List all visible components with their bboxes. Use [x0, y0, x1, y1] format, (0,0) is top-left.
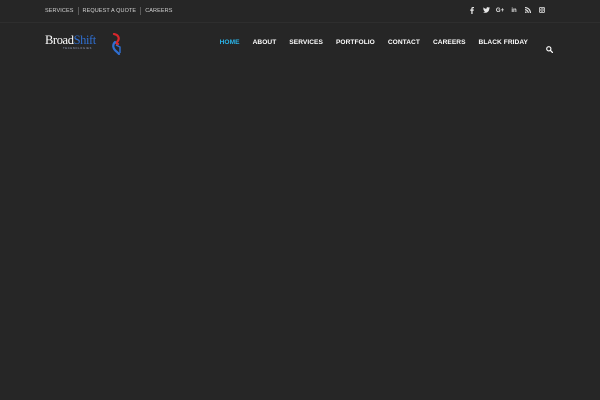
- nav-item-black-friday[interactable]: BLACK FRIDAY: [479, 39, 528, 46]
- page: SERVICES REQUEST A QUOTE CAREERS G+ in B…: [0, 0, 600, 400]
- nav-item-contact[interactable]: CONTACT: [388, 39, 420, 46]
- logo[interactable]: BroadShift TECHNOLOGIES: [45, 33, 121, 57]
- divider: [140, 7, 142, 15]
- logo-subtitle: TECHNOLOGIES: [63, 47, 93, 50]
- main-nav: HOME ABOUT SERVICES PORTFOLIO CONTACT CA…: [220, 39, 528, 46]
- top-link-services[interactable]: SERVICES: [45, 8, 74, 14]
- instagram-icon[interactable]: [535, 6, 549, 16]
- nav-item-about[interactable]: ABOUT: [253, 39, 277, 46]
- facebook-icon[interactable]: [465, 6, 479, 16]
- site-header: BroadShift TECHNOLOGIES HOME ABOUT SERVI…: [0, 23, 600, 68]
- twitter-icon[interactable]: [479, 6, 493, 16]
- nav-item-services[interactable]: SERVICES: [289, 39, 323, 46]
- top-bar: SERVICES REQUEST A QUOTE CAREERS G+ in: [0, 0, 600, 23]
- rss-icon[interactable]: [521, 6, 535, 16]
- logo-mark-icon: [112, 33, 121, 55]
- search-icon[interactable]: [546, 40, 554, 58]
- social-links: G+ in: [465, 6, 549, 16]
- google-plus-icon[interactable]: G+: [493, 6, 507, 16]
- top-link-careers[interactable]: CAREERS: [145, 8, 172, 14]
- top-link-request-quote[interactable]: REQUEST A QUOTE: [83, 8, 137, 14]
- nav-item-home[interactable]: HOME: [220, 39, 240, 46]
- logo-text: BroadShift: [45, 33, 96, 47]
- top-links: SERVICES REQUEST A QUOTE CAREERS: [45, 7, 172, 15]
- linkedin-icon[interactable]: in: [507, 6, 521, 16]
- nav-item-careers[interactable]: CAREERS: [433, 39, 466, 46]
- nav-item-portfolio[interactable]: PORTFOLIO: [336, 39, 375, 46]
- divider: [77, 7, 79, 15]
